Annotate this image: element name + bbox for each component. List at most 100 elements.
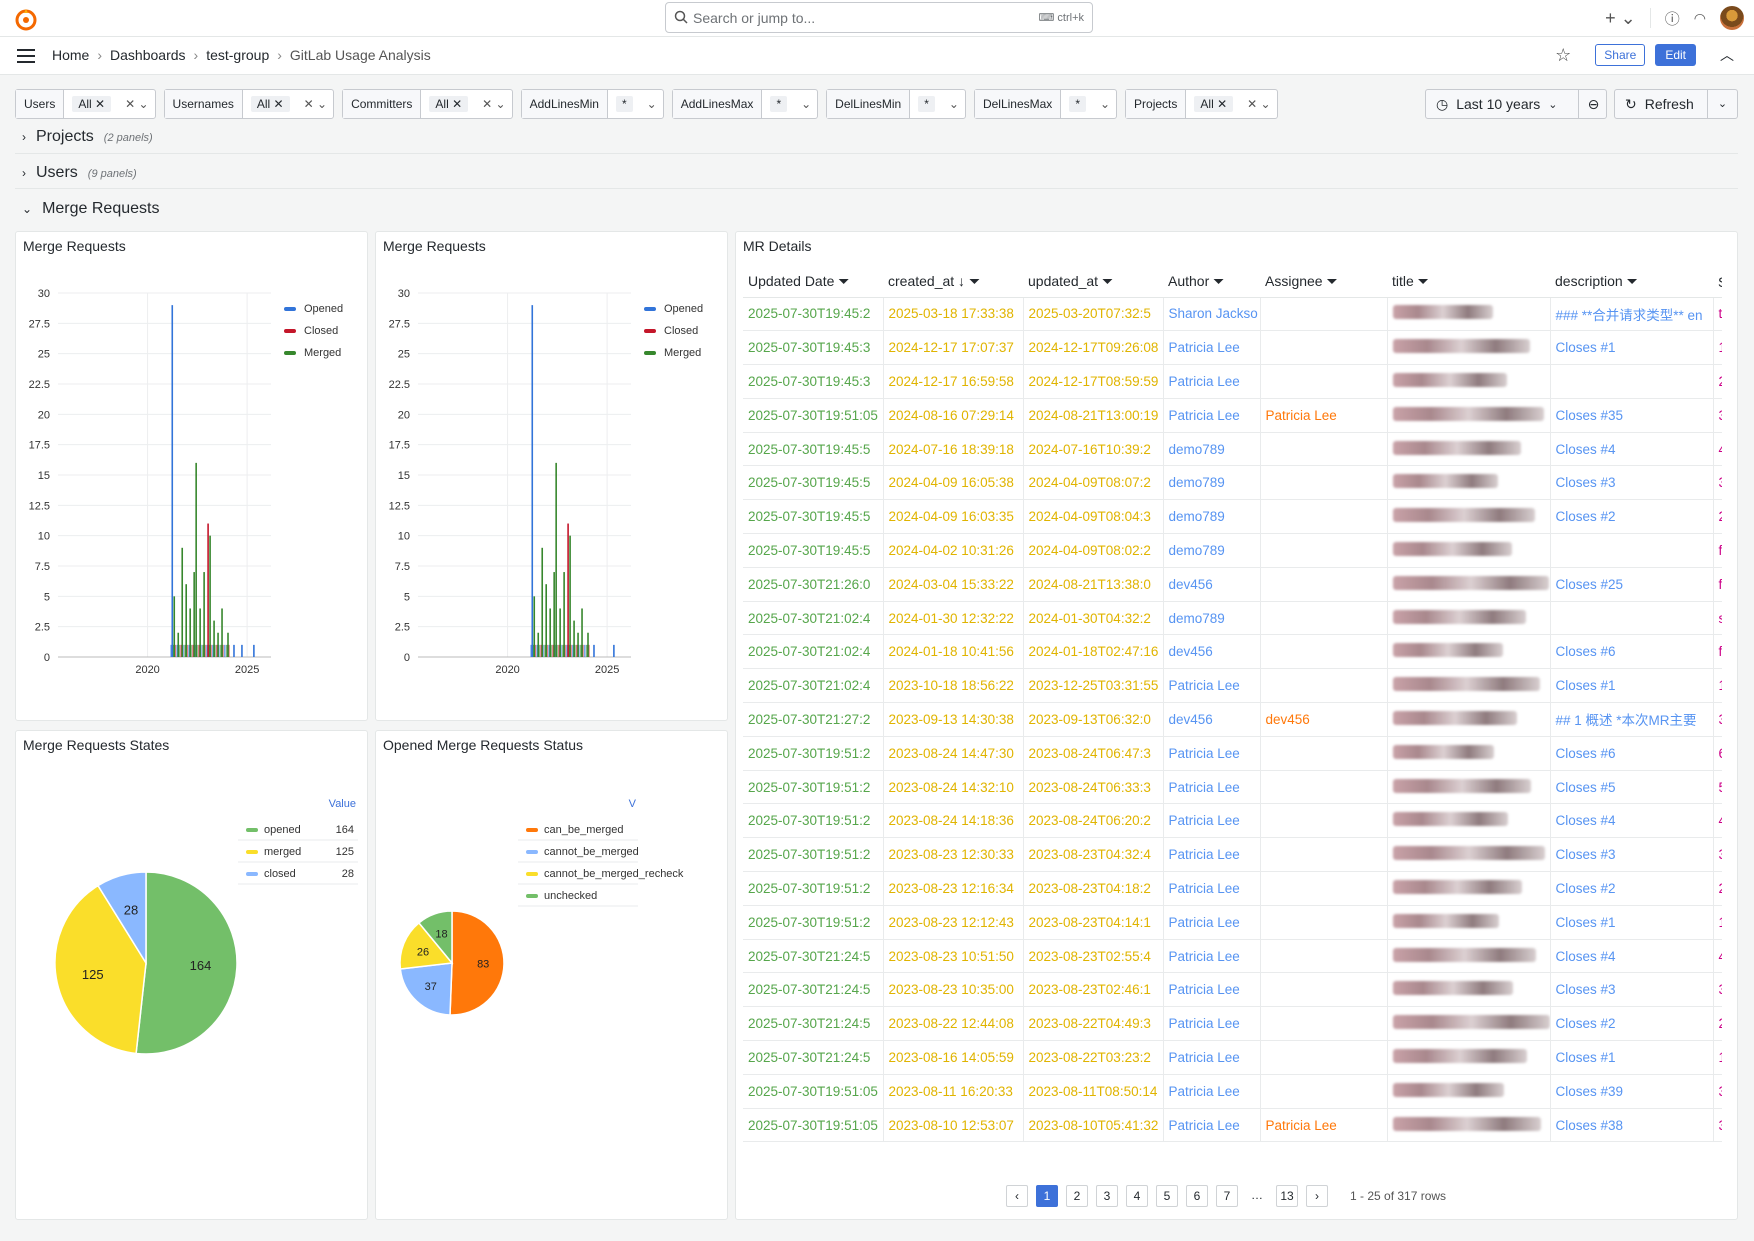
table-row[interactable]: 2025-07-30T21:24:5 2023-08-22 12:44:08 202… <box>743 1006 1722 1042</box>
search-input[interactable]: Search or jump to... ⌨ ctrl+k <box>665 2 1093 33</box>
dropdown-controls[interactable]: ⌄ <box>1094 97 1116 111</box>
variable-value[interactable]: * <box>1061 96 1094 112</box>
page-button[interactable]: 5 <box>1156 1185 1178 1207</box>
prev-page-button[interactable]: ‹ <box>1006 1185 1028 1207</box>
variable-usernames[interactable]: Usernames All ✕ ✕ ⌄ <box>163 89 335 119</box>
table-row[interactable]: 2025-07-30T19:45:2 2025-03-18 17:33:38 202… <box>743 297 1722 332</box>
table-row[interactable]: 2025-07-30T19:51:05 2023-08-11 16:20:33 20… <box>743 1074 1722 1109</box>
variable-value[interactable]: All ✕ <box>64 96 119 112</box>
legend-swatch <box>246 850 258 854</box>
row-merge-requests[interactable]: ⌄ Merge Requests <box>22 200 159 218</box>
table-row[interactable]: 2025-07-30T21:27:2 2023-09-13 14:30:38 202… <box>743 702 1722 737</box>
variable-addlinesmax[interactable]: AddLinesMax * ⌄ <box>671 89 819 119</box>
table-row[interactable]: 2025-07-30T19:51:2 2023-08-24 14:47:30 202… <box>743 736 1722 771</box>
news-feed-icon[interactable]: ◠ <box>1694 10 1706 27</box>
page-button[interactable]: 7 <box>1216 1185 1238 1207</box>
column-header[interactable]: Assignee ⏷ <box>1260 267 1387 298</box>
next-page-button[interactable]: › <box>1306 1185 1328 1207</box>
variable-value[interactable]: * <box>608 96 641 112</box>
table-row[interactable]: 2025-07-30T19:51:05 2023-08-10 12:53:07 20… <box>743 1108 1722 1143</box>
page-button[interactable]: 2 <box>1066 1185 1088 1207</box>
help-icon[interactable]: ⓘ <box>1665 8 1680 29</box>
grafana-logo-icon[interactable] <box>14 7 38 31</box>
variable-value[interactable]: All ✕ <box>1186 96 1241 112</box>
column-header[interactable]: Updated Date ⏷ <box>743 267 883 298</box>
menu-icon[interactable] <box>17 49 35 63</box>
refresh-button[interactable]: ↻ Refresh ⌄ <box>1614 89 1738 119</box>
legend-value-header: V <box>629 798 637 810</box>
breadcrumb-home[interactable]: Home <box>52 47 89 63</box>
column-header[interactable]: description ⏷ <box>1550 267 1713 298</box>
table-cell: 2025-07-30T21:24:5 <box>743 1040 884 1075</box>
table-row[interactable]: 2025-07-30T19:51:05 2024-08-16 07:29:14 20… <box>743 398 1722 433</box>
dropdown-controls[interactable]: ✕ ⌄ <box>476 97 511 111</box>
table-row[interactable]: 2025-07-30T19:45:3 2024-12-17 17:07:37 202… <box>743 330 1722 366</box>
page-button[interactable]: 6 <box>1186 1185 1208 1207</box>
page-button[interactable]: 3 <box>1096 1185 1118 1207</box>
share-button[interactable]: Share <box>1595 44 1646 66</box>
table-row[interactable]: 2025-07-30T21:02:4 2023-10-18 18:56:22 202… <box>743 668 1722 704</box>
variable-users[interactable]: Users All ✕ ✕ ⌄ <box>15 89 156 119</box>
refresh-interval-dropdown[interactable]: ⌄ <box>1707 90 1737 118</box>
row-users[interactable]: › Users (9 panels) <box>22 164 137 182</box>
table-cell: 6 <box>1713 736 1722 771</box>
variable-dellinesmax[interactable]: DelLinesMax * ⌄ <box>973 89 1118 119</box>
table-row[interactable]: 2025-07-30T19:45:5 2024-04-09 16:05:38 202… <box>743 465 1722 501</box>
variable-bar: Users All ✕ ✕ ⌄ Usernames All ✕ ✕ ⌄ Committers… <box>15 89 1278 119</box>
table-row[interactable]: 2025-07-30T19:45:5 2024-04-02 10:31:26 202… <box>743 533 1722 568</box>
dropdown-controls[interactable]: ✕ ⌄ <box>298 97 333 111</box>
table-cell: 2024-08-16 07:29:14 <box>883 398 1024 433</box>
column-header[interactable]: S <box>1713 267 1722 298</box>
table-row[interactable]: 2025-07-30T21:02:4 2024-01-30 12:32:22 202… <box>743 601 1722 636</box>
table-row[interactable]: 2025-07-30T21:26:0 2024-03-04 15:33:22 202… <box>743 567 1722 602</box>
dropdown-controls[interactable]: ✕ ⌄ <box>119 97 154 111</box>
row-projects[interactable]: › Projects (2 panels) <box>22 128 153 146</box>
table-cell: 2023-08-22 12:44:08 <box>883 1006 1024 1042</box>
column-header[interactable]: created_at ↓ ⏷ <box>883 267 1023 298</box>
collapse-icon[interactable]: ︿ <box>1720 45 1734 65</box>
variable-dellinesmin[interactable]: DelLinesMin * ⌄ <box>826 89 966 119</box>
avatar[interactable] <box>1720 6 1744 30</box>
variable-value[interactable]: All ✕ <box>243 96 298 112</box>
column-header[interactable]: title ⏷ <box>1387 267 1550 298</box>
divider <box>15 153 1738 154</box>
dropdown-controls[interactable]: ⌄ <box>795 97 817 111</box>
page-button[interactable]: 13 <box>1276 1185 1298 1207</box>
table-row[interactable]: 2025-07-30T19:45:5 2024-04-09 16:03:35 202… <box>743 499 1722 535</box>
table-row[interactable]: 2025-07-30T19:51:2 2023-08-23 12:16:34 202… <box>743 871 1722 906</box>
table-row[interactable]: 2025-07-30T21:02:4 2024-01-18 10:41:56 202… <box>743 634 1722 670</box>
table-row[interactable]: 2025-07-30T19:51:2 2023-08-23 12:30:33 202… <box>743 837 1722 873</box>
page-button[interactable]: 1 <box>1036 1185 1058 1207</box>
variable-projects[interactable]: Projects All ✕ ✕ ⌄ <box>1125 89 1278 119</box>
star-icon[interactable]: ☆ <box>1555 45 1571 66</box>
column-header[interactable]: Author ⏷ <box>1163 267 1260 298</box>
page-button[interactable]: … <box>1246 1185 1268 1207</box>
table-row[interactable]: 2025-07-30T19:51:2 2023-08-23 12:12:43 202… <box>743 905 1722 940</box>
variable-committers[interactable]: Committers All ✕ ✕ ⌄ <box>342 89 513 119</box>
variable-value[interactable]: * <box>762 96 795 112</box>
dropdown-controls[interactable]: ⌄ <box>943 97 965 111</box>
legend-swatch <box>644 307 656 311</box>
edit-button[interactable]: Edit <box>1655 44 1696 66</box>
dropdown-controls[interactable]: ⌄ <box>641 97 663 111</box>
table-row[interactable]: 2025-07-30T19:51:2 2023-08-24 14:18:36 202… <box>743 803 1722 839</box>
zoom-out-icon[interactable]: ⊖ <box>1578 90 1608 118</box>
time-picker[interactable]: ◷ Last 10 years ⌄ ⊖ <box>1425 89 1607 119</box>
variable-value[interactable]: All ✕ <box>421 96 476 112</box>
add-icon[interactable]: + ⌄ <box>1605 8 1636 29</box>
table-row[interactable]: 2025-07-30T21:24:5 2023-08-23 10:35:00 202… <box>743 972 1722 1008</box>
breadcrumb-dashboards[interactable]: Dashboards <box>110 47 186 63</box>
dropdown-controls[interactable]: ✕ ⌄ <box>1241 97 1276 111</box>
column-header[interactable]: updated_at ⏷ <box>1023 267 1163 298</box>
table-row[interactable]: 2025-07-30T19:51:2 2023-08-24 14:32:10 202… <box>743 770 1722 805</box>
table-row[interactable]: 2025-07-30T21:24:5 2023-08-16 14:05:59 202… <box>743 1040 1722 1075</box>
breadcrumb-folder[interactable]: test-group <box>206 47 269 63</box>
page-button[interactable]: 4 <box>1126 1185 1148 1207</box>
variable-value[interactable]: * <box>910 96 943 112</box>
y-tick-label: 10 <box>398 531 410 543</box>
table-row[interactable]: 2025-07-30T19:45:5 2024-07-16 18:39:18 202… <box>743 432 1722 467</box>
y-tick-label: 15 <box>38 470 50 482</box>
table-row[interactable]: 2025-07-30T19:45:3 2024-12-17 16:59:58 202… <box>743 364 1722 399</box>
variable-addlinesmin[interactable]: AddLinesMin * ⌄ <box>520 89 664 119</box>
table-row[interactable]: 2025-07-30T21:24:5 2023-08-23 10:51:50 202… <box>743 939 1722 974</box>
